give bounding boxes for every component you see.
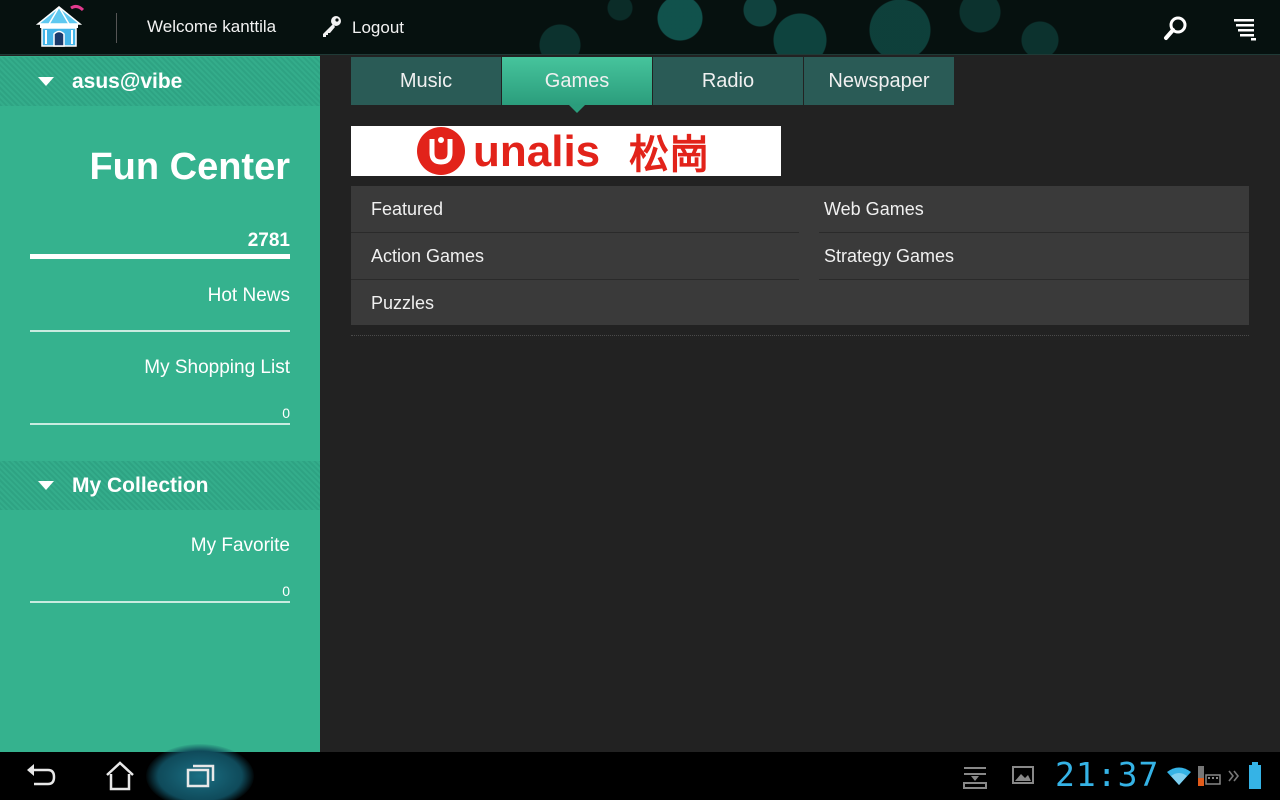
tab-newspaper[interactable]: Newspaper <box>804 57 954 105</box>
account-name: asus@vibe <box>72 69 183 93</box>
welcome-text: Welcome kanttila <box>147 17 277 36</box>
category-strategy-games[interactable]: Strategy Games <box>824 233 954 279</box>
category-tabs: Music Games Radio Newspaper <box>351 57 955 113</box>
chevron-right-icon <box>1228 768 1240 787</box>
search-icon[interactable] <box>1162 14 1190 42</box>
back-icon[interactable] <box>24 760 58 792</box>
category-action-games[interactable]: Action Games <box>371 233 484 279</box>
triangle-down-icon <box>38 77 54 86</box>
logout-label: Logout <box>352 18 404 37</box>
wifi-icon <box>1166 766 1192 790</box>
shopping-list-underline <box>30 423 290 425</box>
unalis-logo: unalis 松崗 <box>417 127 709 178</box>
tab-music[interactable]: Music <box>351 57 501 105</box>
logout-button[interactable]: Logout <box>320 13 404 43</box>
tab-games[interactable]: Games <box>502 57 652 113</box>
gallery-icon[interactable] <box>1012 764 1034 790</box>
collection-section-header[interactable]: My Collection <box>0 461 320 510</box>
category-puzzles[interactable]: Puzzles <box>371 280 434 326</box>
banner-brand: unalis <box>473 127 600 176</box>
system-bar: 21:37 <box>0 744 1280 800</box>
tab-radio[interactable]: Radio <box>653 57 803 105</box>
main-content: Music Games Radio Newspaper unalis 松崗 Fe… <box>320 56 1280 752</box>
hot-news-underline <box>30 330 290 332</box>
banner-brand-cjk: 松崗 <box>629 132 709 176</box>
category-separator <box>819 279 1249 280</box>
total-count: 2781 <box>247 230 290 251</box>
unalis-banner[interactable]: unalis 松崗 <box>351 126 781 178</box>
account-section-header[interactable]: asus@vibe <box>0 57 320 106</box>
home-icon[interactable] <box>103 760 137 792</box>
sidebar: asus@vibe Fun Center 2781 Hot News My Sh… <box>0 56 320 752</box>
shopping-list-count: 0 <box>282 405 290 421</box>
total-count-underline <box>30 254 290 259</box>
battery-icon <box>1248 762 1262 794</box>
category-featured[interactable]: Featured <box>371 186 443 232</box>
sidebar-item-hot-news[interactable]: Hot News <box>208 285 290 307</box>
games-category-panel: Featured Web Games Action Games Strategy… <box>351 186 1249 325</box>
app-root: Welcome kanttila Logout asus@vibe Fun Ce… <box>0 0 1280 800</box>
category-web-games[interactable]: Web Games <box>824 186 924 232</box>
keyboard-icon <box>1196 766 1222 792</box>
status-clock: 21:37 <box>1055 755 1160 794</box>
sidebar-item-shopping-list[interactable]: My Shopping List <box>144 357 290 379</box>
fun-center-logo-icon[interactable] <box>34 4 85 50</box>
recent-apps-icon[interactable] <box>184 760 218 792</box>
triangle-down-icon <box>38 481 54 490</box>
fun-center-title: Fun Center <box>89 146 290 188</box>
top-bar: Welcome kanttila Logout <box>0 0 1280 55</box>
sidebar-item-my-favorite[interactable]: My Favorite <box>191 535 290 557</box>
key-icon <box>320 14 344 43</box>
collection-header-label: My Collection <box>72 473 209 497</box>
favorite-underline <box>30 601 290 603</box>
download-icon[interactable] <box>962 764 988 794</box>
menu-list-icon[interactable] <box>1232 14 1260 42</box>
top-divider <box>116 13 117 43</box>
content-divider <box>351 335 1249 336</box>
favorite-count: 0 <box>282 583 290 599</box>
